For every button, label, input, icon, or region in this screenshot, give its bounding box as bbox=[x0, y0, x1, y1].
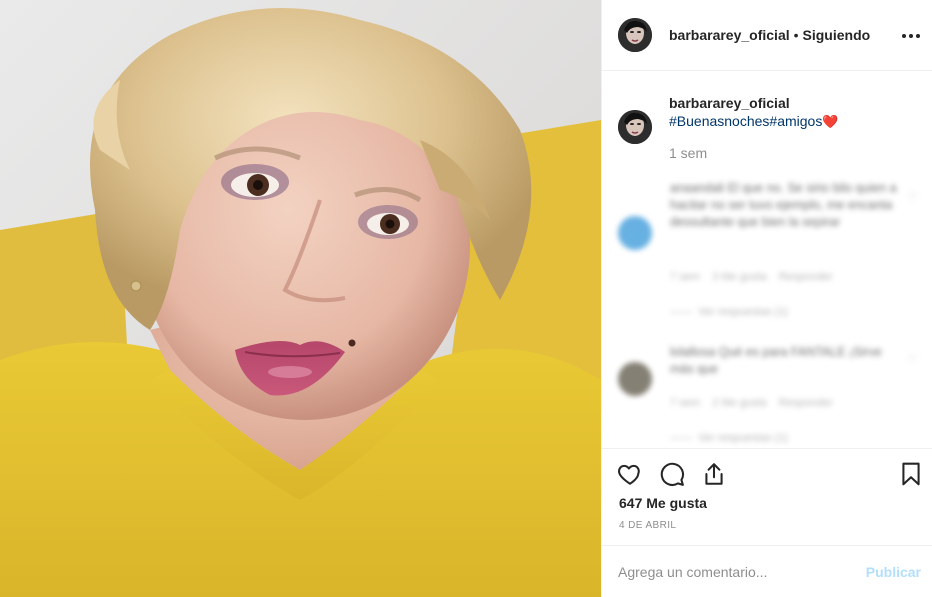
comment-reply[interactable]: Responder bbox=[779, 397, 833, 409]
comment-form: Publicar bbox=[602, 545, 932, 597]
post-side-panel: barbararey_oficial • Siguiendo barbarare… bbox=[601, 0, 932, 597]
comment-time[interactable]: 7 sem bbox=[670, 271, 700, 283]
comment-reply[interactable]: Responder bbox=[779, 271, 833, 283]
comment-avatar[interactable] bbox=[618, 216, 652, 250]
post-header: barbararey_oficial • Siguiendo bbox=[602, 0, 932, 71]
avatar[interactable] bbox=[618, 18, 652, 52]
share-icon bbox=[705, 463, 723, 485]
comment-input[interactable] bbox=[618, 563, 866, 580]
list-item: anaandali El que no. Se sirio bilo quien… bbox=[618, 180, 918, 330]
caption-timestamp[interactable]: 1 sem bbox=[669, 145, 839, 161]
view-replies-label: Ver respuestas (1) bbox=[698, 432, 788, 444]
share-button[interactable] bbox=[700, 460, 728, 488]
comment-avatar[interactable] bbox=[618, 362, 652, 396]
header-username[interactable]: barbararey_oficial bbox=[669, 27, 790, 43]
caption-avatar[interactable] bbox=[618, 110, 652, 144]
comment-time[interactable]: 7 sem bbox=[670, 397, 700, 409]
caption-hashtags[interactable]: #Buenasnoches#amigos bbox=[669, 113, 822, 129]
red-heart-emoji: ❤️ bbox=[822, 114, 839, 129]
comment-button[interactable] bbox=[658, 460, 686, 488]
comment-meta: 7 sem 3 Me gusta Responder bbox=[670, 271, 833, 283]
more-options-icon[interactable] bbox=[899, 24, 923, 48]
comment-meta: 7 sem 2 Me gusta Responder bbox=[670, 397, 833, 409]
comment-likes[interactable]: 2 Me gusta bbox=[712, 397, 766, 409]
list-item: lolallosa Qué es para FANTALE ¡Sirve más… bbox=[618, 344, 918, 448]
view-replies[interactable]: —— Ver respuestas (1) bbox=[670, 306, 788, 318]
comment-text: anaandali El que no. Se sirio bilo quien… bbox=[670, 181, 897, 229]
heart-icon[interactable]: ♡ bbox=[907, 190, 918, 204]
post-photo[interactable] bbox=[0, 0, 601, 597]
likes-count[interactable]: 647 Me gusta bbox=[619, 495, 707, 511]
portrait-image bbox=[0, 0, 601, 597]
post-date[interactable]: 4 DE ABRIL bbox=[619, 520, 676, 531]
post-caption: barbararey_oficial #Buenasnoches#amigos❤… bbox=[618, 94, 918, 161]
view-replies-label: Ver respuestas (1) bbox=[698, 306, 788, 318]
separator-dot: • bbox=[793, 27, 799, 43]
post-actions: 647 Me gusta 4 DE ABRIL bbox=[602, 448, 932, 545]
publish-button[interactable]: Publicar bbox=[866, 564, 921, 580]
caption-text: #Buenasnoches#amigos❤️ bbox=[669, 112, 839, 131]
comment-icon bbox=[660, 462, 685, 487]
bookmark-icon bbox=[902, 462, 920, 486]
view-replies[interactable]: —— Ver respuestas (1) bbox=[670, 432, 788, 444]
avatar-image bbox=[618, 110, 652, 144]
avatar-image bbox=[618, 18, 652, 52]
comment-text: lolallosa Qué es para FANTALE ¡Sirve más… bbox=[670, 345, 882, 376]
heart-icon[interactable]: ♡ bbox=[907, 352, 918, 366]
comment-likes[interactable]: 3 Me gusta bbox=[712, 271, 766, 283]
heart-icon bbox=[618, 464, 640, 485]
save-button[interactable] bbox=[897, 460, 925, 488]
follow-status-button[interactable]: Siguiendo bbox=[803, 27, 871, 43]
like-button[interactable] bbox=[616, 460, 644, 488]
caption-username[interactable]: barbararey_oficial bbox=[669, 94, 839, 112]
